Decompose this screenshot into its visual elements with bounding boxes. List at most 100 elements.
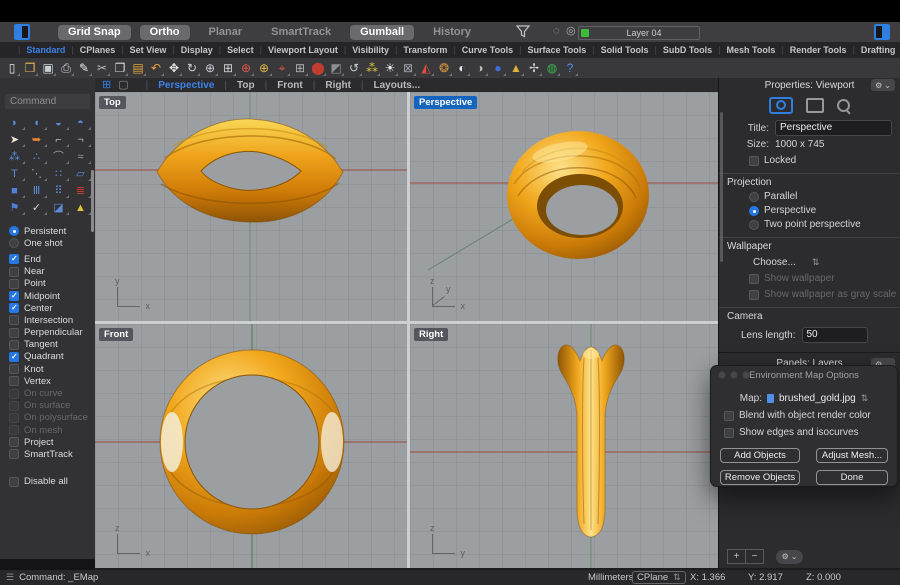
toolbar-tab[interactable]: Viewport Layout <box>254 45 338 55</box>
add-objects-button[interactable]: Add Objects <box>720 448 800 463</box>
osnap-item[interactable]: Point <box>0 278 95 290</box>
panel-scrollbar[interactable] <box>720 112 723 262</box>
remove-objects-button[interactable]: Remove Objects <box>720 470 800 485</box>
projection-option[interactable]: Parallel <box>749 191 900 202</box>
toolbar-tab[interactable]: Render Tools <box>775 45 847 55</box>
toolbar-tab[interactable]: Display <box>166 45 213 55</box>
mode-toggle-button[interactable]: Ortho <box>139 24 190 40</box>
osnap-checkbox[interactable] <box>9 266 19 277</box>
point-grid-tool[interactable]: ∷ <box>48 166 70 182</box>
distribute-tool[interactable]: ¬ <box>70 132 92 148</box>
surface-tool-3[interactable]: ◒ <box>48 115 70 131</box>
shaded-sphere-icon[interactable]: ◐ <box>453 60 471 77</box>
osnap-item[interactable]: Intersection <box>0 314 95 326</box>
osnap-item[interactable]: Vertex <box>0 375 95 387</box>
osnap-checkbox[interactable] <box>9 400 19 411</box>
viewport-tab[interactable]: Front <box>255 80 303 91</box>
viewport-tab[interactable]: Top <box>214 80 255 91</box>
stepper-icon[interactable]: ⇅ <box>861 393 869 404</box>
viewport-single-icon[interactable]: ▢ <box>118 79 128 91</box>
osnap-checkbox[interactable] <box>9 226 19 237</box>
pyramid-tool[interactable]: ▲ <box>70 200 92 216</box>
light-icon[interactable] <box>834 95 853 115</box>
osnap-checkbox[interactable] <box>9 315 19 326</box>
flag-tool[interactable]: ⚑ <box>4 200 26 216</box>
viewport-right[interactable]: Right z y <box>410 324 718 568</box>
filter-icon[interactable] <box>515 25 531 43</box>
undo-icon[interactable]: ↶ <box>147 60 165 77</box>
polyline-tool[interactable]: ⋱ <box>26 166 48 182</box>
osnap-item[interactable]: On curve <box>0 387 95 399</box>
layer-filter-button[interactable]: ⚙ ⌄ <box>776 549 803 564</box>
viewport-label-top[interactable]: Top <box>99 96 126 109</box>
history-record-icon[interactable]: ◌ <box>553 25 560 38</box>
arc-tool[interactable]: ⌒ <box>48 149 70 165</box>
projection-option[interactable]: Two point perspective <box>749 219 900 230</box>
snap-arrow-tool[interactable]: ➥ <box>26 132 48 148</box>
osnap-item[interactable]: Persistent <box>0 225 95 237</box>
viewport-label-front[interactable]: Front <box>99 328 134 341</box>
zoom-selected-icon[interactable]: ⊕ <box>237 60 255 77</box>
toolbar-tab[interactable]: New in V7 <box>895 45 900 55</box>
zoom-window-icon[interactable]: ⊞ <box>219 60 237 77</box>
point-set-tool[interactable]: ∴ <box>26 149 48 165</box>
copy-icon[interactable]: ❐ <box>111 60 129 77</box>
cone-icon[interactable]: ▲ <box>507 60 525 77</box>
projection-radio[interactable] <box>749 191 759 202</box>
viewport-rect-icon[interactable] <box>806 97 824 113</box>
osnap-checkbox[interactable] <box>9 254 19 265</box>
circle-pack-tool[interactable]: ⁂ <box>4 149 26 165</box>
osnap-item[interactable]: Center <box>0 302 95 314</box>
adjust-mesh-button[interactable]: Adjust Mesh... <box>816 448 888 463</box>
osnap-item[interactable]: Near <box>0 266 95 278</box>
osnap-checkbox[interactable] <box>9 327 19 338</box>
lamp-icon[interactable]: ☀ <box>381 60 399 77</box>
toolbar-tab[interactable]: Drafting <box>847 45 896 55</box>
toolbar-tab[interactable]: Transform <box>389 45 447 55</box>
osnap-item[interactable]: Project <box>0 436 95 448</box>
toolbar-tab[interactable]: Standard <box>12 45 65 55</box>
plane-tool[interactable]: ▱ <box>70 166 92 182</box>
zoom-icon[interactable]: ⊕ <box>201 60 219 77</box>
cplane-select[interactable]: CPlane ⇅ <box>632 571 686 584</box>
rotate-cplane-icon[interactable]: ↺ <box>345 60 363 77</box>
toolbar-tab[interactable]: Set View <box>115 45 167 55</box>
toolbar-tab[interactable]: CPlanes <box>65 45 116 55</box>
zoom-target-icon[interactable]: ⌖ <box>273 60 291 77</box>
osnap-item[interactable]: Knot <box>0 363 95 375</box>
render-icon[interactable]: ◭ <box>417 60 435 77</box>
osnap-item[interactable]: On mesh <box>0 424 95 436</box>
viewport-grid-icon[interactable]: ⊞ <box>102 79 111 91</box>
viewport-front[interactable]: Front z x <box>95 324 407 568</box>
map-file-dropdown[interactable]: brushed_gold.jpg <box>779 393 856 404</box>
osnap-checkbox[interactable] <box>9 238 19 249</box>
toolbar-tab[interactable]: Select <box>213 45 254 55</box>
osnap-checkbox[interactable] <box>9 412 19 423</box>
save-icon[interactable]: ▣ <box>39 60 57 77</box>
layer-color-swatch[interactable] <box>581 29 589 37</box>
projection-option[interactable]: Perspective <box>749 205 900 216</box>
camera-icon[interactable] <box>769 96 793 114</box>
viewport-tab[interactable]: Layouts... <box>351 80 421 91</box>
osnap-item[interactable]: Tangent <box>0 339 95 351</box>
named-view-icon[interactable]: ⬤ <box>309 60 327 77</box>
osnap-checkbox[interactable] <box>9 351 19 362</box>
open-file-icon[interactable]: ❒ <box>21 60 39 77</box>
check-tool[interactable]: ✓ <box>26 200 48 216</box>
osnap-item[interactable]: One shot <box>0 237 95 249</box>
dialog-checkbox[interactable] <box>724 410 734 421</box>
viewport-layout-icon[interactable]: ⊞ <box>291 60 309 77</box>
toolbar-tab[interactable]: Visibility <box>338 45 389 55</box>
cut-icon[interactable]: ✂ <box>93 60 111 77</box>
toolbar-tab[interactable]: SubD Tools <box>649 45 712 55</box>
rotate-view-icon[interactable]: ↻ <box>183 60 201 77</box>
command-history-icon[interactable]: ☰ <box>6 572 14 583</box>
right-panel-toggle-icon[interactable] <box>874 24 890 40</box>
surface-tool-2[interactable]: ◖ <box>26 115 48 131</box>
align-tool[interactable]: ⌐ <box>48 132 70 148</box>
mode-toggle-button[interactable]: SmartTrack <box>261 25 341 40</box>
annotate-icon[interactable]: ✎ <box>75 60 93 77</box>
viewport-label-perspective[interactable]: Perspective <box>414 96 478 109</box>
viewport-top[interactable]: Top y x <box>95 92 407 321</box>
osnap-checkbox[interactable] <box>9 339 19 350</box>
